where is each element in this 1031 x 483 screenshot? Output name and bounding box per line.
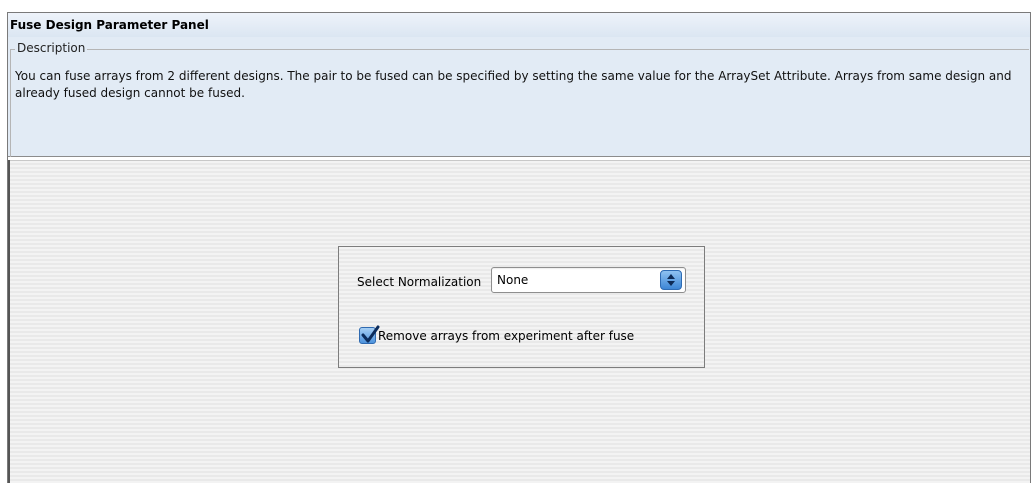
panel-title: Fuse Design Parameter Panel — [10, 18, 209, 32]
description-legend: Description — [15, 41, 88, 55]
updown-arrow-icon[interactable] — [660, 270, 682, 290]
remove-arrays-label[interactable]: Remove arrays from experiment after fuse — [378, 329, 634, 343]
remove-arrays-checkbox[interactable] — [359, 325, 380, 344]
description-group: Description You can fuse arrays from 2 d… — [10, 41, 1029, 157]
fuse-options-box: Select Normalization None Remove arrays … — [338, 246, 705, 368]
normalization-select[interactable]: None — [491, 267, 686, 293]
normalization-selected-value: None — [497, 273, 529, 287]
description-text: You can fuse arrays from 2 different des… — [15, 69, 1012, 100]
header-panel: Fuse Design Parameter Panel Description … — [8, 13, 1030, 157]
normalization-label: Select Normalization — [357, 275, 482, 289]
content-left-divider — [8, 160, 10, 483]
